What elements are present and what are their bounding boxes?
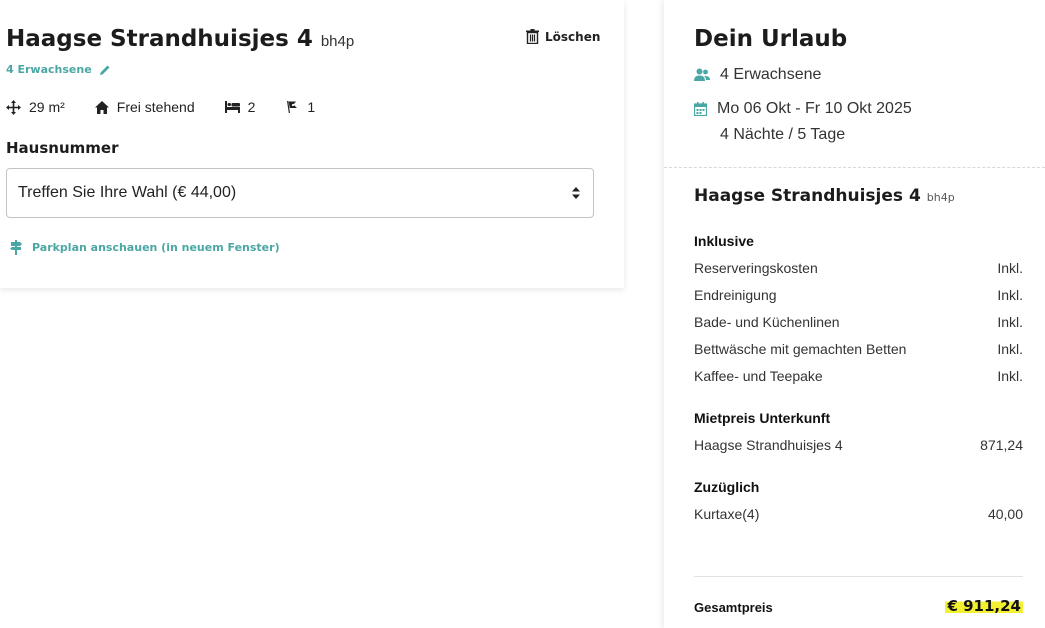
summary-title: Dein Urlaub [694, 26, 848, 52]
users-icon [694, 68, 710, 81]
feature-type-value: Frei stehend [116, 99, 195, 115]
item-label: Kaffee- und Teepake [694, 368, 823, 384]
summary-house-title: Haagse Strandhuisjes 4 [694, 186, 921, 206]
item-label: Reserveringskosten [694, 260, 818, 276]
extra-heading: Zuzüglich [694, 479, 760, 495]
parking-plan-label: Parkplan anschauen (in neuem Fenster) [32, 241, 280, 254]
move-arrows-icon [6, 99, 21, 115]
item-label: Haagse Strandhuisjes 4 [694, 437, 843, 453]
paw-flag-icon [287, 101, 298, 113]
list-item: Kurtaxe(4) 40,00 [694, 506, 1023, 522]
list-item: Endreinigung Inkl. [694, 287, 1023, 303]
booking-card: Haagse Strandhuisjes 4 bh4p Löschen 4 Er… [0, 0, 624, 288]
included-heading: Inklusive [694, 233, 754, 249]
summary-guests-value: 4 Erwachsene [720, 66, 822, 83]
rent-heading: Mietpreis Unterkunft [694, 410, 831, 426]
item-label: Endreinigung [694, 287, 777, 303]
signpost-icon [10, 240, 22, 255]
delete-button[interactable]: Löschen [526, 29, 600, 44]
item-value: Inkl. [997, 368, 1023, 384]
select-arrows-icon [572, 187, 580, 199]
delete-label: Löschen [545, 29, 601, 44]
item-value: Inkl. [997, 314, 1023, 330]
feature-pets-value: 1 [307, 99, 316, 115]
list-item: Kaffee- und Teepake Inkl. [694, 368, 1023, 384]
feature-area: 29 m² [6, 99, 65, 115]
list-item: Reserveringskosten Inkl. [694, 260, 1023, 276]
list-item: Bettwäsche mit gemachten Betten Inkl. [694, 341, 1023, 357]
house-number-select[interactable]: Treffen Sie Ihre Wahl (€ 44,00) [6, 168, 594, 218]
booking-code: bh4p [320, 33, 355, 50]
total-label: Gesamtpreis [694, 600, 773, 615]
summary-divider [664, 167, 1045, 168]
feature-type: Frei stehend [94, 99, 195, 115]
item-value: Inkl. [997, 260, 1023, 276]
feature-bedrooms: 2 [224, 99, 256, 115]
trash-icon [526, 29, 539, 44]
summary-house-code: bh4p [926, 191, 955, 204]
feature-area-value: 29 m² [29, 99, 65, 115]
item-value: Inkl. [997, 341, 1023, 357]
item-label: Bettwäsche mit gemachten Betten [694, 341, 907, 357]
house-number-select-value: Treffen Sie Ihre Wahl (€ 44,00) [18, 184, 237, 201]
summary-guests: 4 Erwachsene [694, 66, 821, 84]
pencil-icon [99, 65, 110, 75]
total-divider [694, 576, 1023, 577]
guests-edit-link[interactable]: 4 Erwachsene [6, 63, 111, 76]
guests-link-label: 4 Erwachsene [6, 63, 92, 76]
house-number-label: Hausnummer [6, 139, 119, 157]
summary-panel: Dein Urlaub 4 Erwachsene Mo 06 Okt - Fr … [664, 0, 1045, 628]
item-label: Kurtaxe(4) [694, 506, 760, 522]
total-value: € 911,24 [945, 597, 1023, 615]
bed-icon [224, 101, 240, 113]
item-value: 871,24 [980, 437, 1023, 453]
feature-pets: 1 [285, 99, 315, 115]
summary-house-row: Haagse Strandhuisjes 4 bh4p [694, 186, 955, 206]
calendar-icon [694, 102, 707, 116]
summary-dates: Mo 06 Okt - Fr 10 Okt 2025 [694, 100, 912, 118]
list-item: Bade- und Küchenlinen Inkl. [694, 314, 1023, 330]
item-label: Bade- und Küchenlinen [694, 314, 840, 330]
item-value: 40,00 [987, 506, 1023, 522]
list-item: Haagse Strandhuisjes 4 871,24 [694, 437, 1023, 453]
features-row: 29 m² Frei stehend 2 1 [6, 99, 345, 115]
booking-title: Haagse Strandhuisjes 4 [6, 26, 313, 52]
booking-title-row: Haagse Strandhuisjes 4 bh4p [6, 26, 354, 52]
house-icon [94, 100, 109, 114]
summary-duration: 4 Nächte / 5 Tage [720, 126, 846, 143]
item-value: Inkl. [997, 287, 1023, 303]
feature-bedrooms-value: 2 [247, 99, 256, 115]
parking-plan-link[interactable]: Parkplan anschauen (in neuem Fenster) [10, 240, 280, 255]
summary-dates-value: Mo 06 Okt - Fr 10 Okt 2025 [717, 100, 912, 117]
